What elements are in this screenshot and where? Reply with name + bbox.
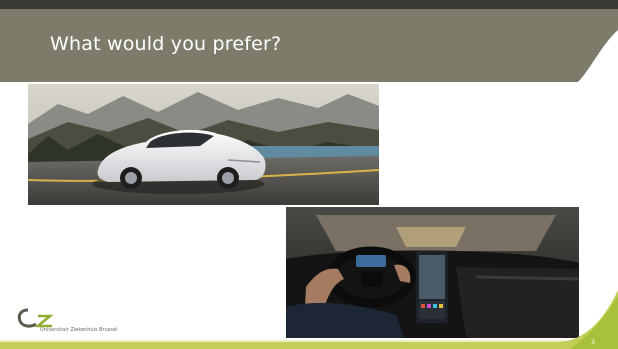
slide: What would you prefer? Universitair Ziek… xyxy=(0,0,618,349)
page-number: 3 xyxy=(591,339,595,346)
logo-org-name: Universitair Ziekenhuis Brussel xyxy=(40,327,118,333)
slide-title: What would you prefer? xyxy=(50,33,282,55)
car-photo xyxy=(28,84,379,205)
